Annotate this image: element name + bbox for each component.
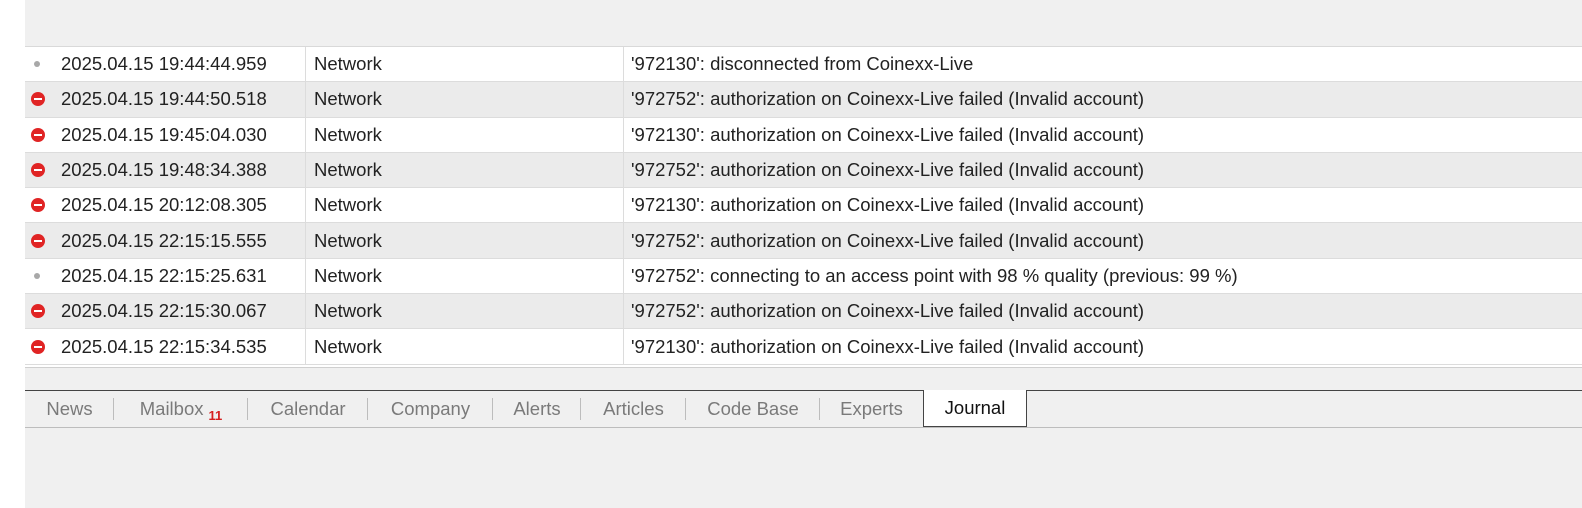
error-icon — [31, 127, 45, 142]
log-message: '972130': authorization on Coinexx-Live … — [623, 329, 1582, 364]
log-source: Network — [305, 188, 623, 223]
table-row[interactable]: 2025.04.15 22:15:30.067 Network '972752'… — [25, 294, 1582, 330]
log-message: '972130': authorization on Coinexx-Live … — [623, 117, 1582, 152]
log-time: 2025.04.15 22:15:30.067 — [61, 300, 267, 322]
log-source: Network — [305, 258, 623, 294]
error-icon — [31, 163, 45, 178]
log-message: '972752': authorization on Coinexx-Live … — [623, 223, 1582, 258]
table-row[interactable]: 2025.04.15 22:15:15.555 Network '972752'… — [25, 223, 1582, 259]
tab-label: Articles — [603, 398, 664, 419]
log-time: 2025.04.15 20:12:08.305 — [61, 194, 267, 216]
tab-news[interactable]: News — [25, 391, 114, 427]
log-time: 2025.04.15 19:44:50.518 — [61, 88, 267, 110]
info-dot-icon — [34, 272, 40, 279]
log-source: Network — [305, 294, 623, 329]
tab-label: Mailbox — [139, 398, 204, 419]
log-message: '972130': disconnected from Coinexx-Live — [623, 47, 1582, 82]
log-source: Network — [305, 223, 623, 258]
tab-label: Calendar — [270, 398, 346, 419]
log-time: 2025.04.15 22:15:25.631 — [61, 264, 267, 286]
table-row[interactable]: 2025.04.15 19:44:44.959 Network '972130'… — [25, 47, 1582, 83]
tab-label: Alerts — [513, 398, 561, 419]
log-time: 2025.04.15 19:45:04.030 — [61, 123, 267, 145]
log-source: Network — [305, 152, 623, 188]
tab-experts[interactable]: Experts — [820, 391, 923, 427]
terminal-toolbar-area — [25, 0, 1582, 47]
tab-calendar[interactable]: Calendar — [248, 391, 368, 427]
error-icon — [31, 304, 45, 319]
mailbox-unread-badge: 11 — [208, 408, 223, 423]
toolbox-tabbar: News Mailbox 11 Calendar Company Alerts … — [25, 390, 1582, 428]
log-source: Network — [305, 82, 623, 117]
error-icon — [31, 198, 45, 213]
log-message: '972752': authorization on Coinexx-Live … — [623, 152, 1582, 188]
log-message: '972130': authorization on Coinexx-Live … — [623, 188, 1582, 223]
log-source: Network — [305, 329, 623, 364]
log-source: Network — [305, 47, 623, 82]
table-row[interactable]: 2025.04.15 20:12:08.305 Network '972130'… — [25, 188, 1582, 224]
table-row[interactable]: 2025.04.15 19:48:34.388 Network '972752'… — [25, 152, 1582, 189]
error-icon — [31, 233, 45, 248]
left-margin — [0, 0, 25, 508]
tab-label: Company — [390, 398, 471, 419]
error-icon — [31, 339, 45, 354]
log-time: 2025.04.15 19:48:34.388 — [61, 159, 267, 181]
log-time: 2025.04.15 22:15:34.535 — [61, 335, 267, 357]
table-row[interactable]: 2025.04.15 19:44:50.518 Network '972752'… — [25, 82, 1582, 118]
tab-code-base[interactable]: Code Base — [686, 391, 820, 427]
tab-label: Experts — [840, 398, 903, 419]
log-message: '972752': connecting to an access point … — [623, 258, 1582, 294]
tab-journal[interactable]: Journal — [923, 390, 1027, 427]
log-source: Network — [305, 117, 623, 152]
tab-alerts[interactable]: Alerts — [493, 391, 581, 427]
log-time: 2025.04.15 22:15:15.555 — [61, 229, 267, 251]
journal-log-table[interactable]: 2025.04.15 19:44:44.959 Network '972130'… — [25, 47, 1582, 368]
error-icon — [31, 92, 45, 107]
tab-mailbox[interactable]: Mailbox 11 — [114, 391, 248, 427]
tab-company[interactable]: Company — [368, 391, 493, 427]
log-time: 2025.04.15 19:44:44.959 — [61, 53, 267, 75]
log-message: '972752': authorization on Coinexx-Live … — [623, 82, 1582, 117]
table-row[interactable]: 2025.04.15 22:15:25.631 Network '972752'… — [25, 258, 1582, 295]
info-dot-icon — [34, 61, 40, 68]
table-row[interactable]: 2025.04.15 22:15:34.535 Network '972130'… — [25, 329, 1582, 365]
tab-articles[interactable]: Articles — [581, 391, 686, 427]
tab-label: News — [46, 398, 93, 419]
tab-label: Journal — [944, 397, 1006, 418]
tab-label: Code Base — [707, 398, 799, 419]
log-message: '972752': authorization on Coinexx-Live … — [623, 294, 1582, 329]
status-area — [25, 428, 1582, 508]
table-row[interactable]: 2025.04.15 19:45:04.030 Network '972130'… — [25, 117, 1582, 153]
